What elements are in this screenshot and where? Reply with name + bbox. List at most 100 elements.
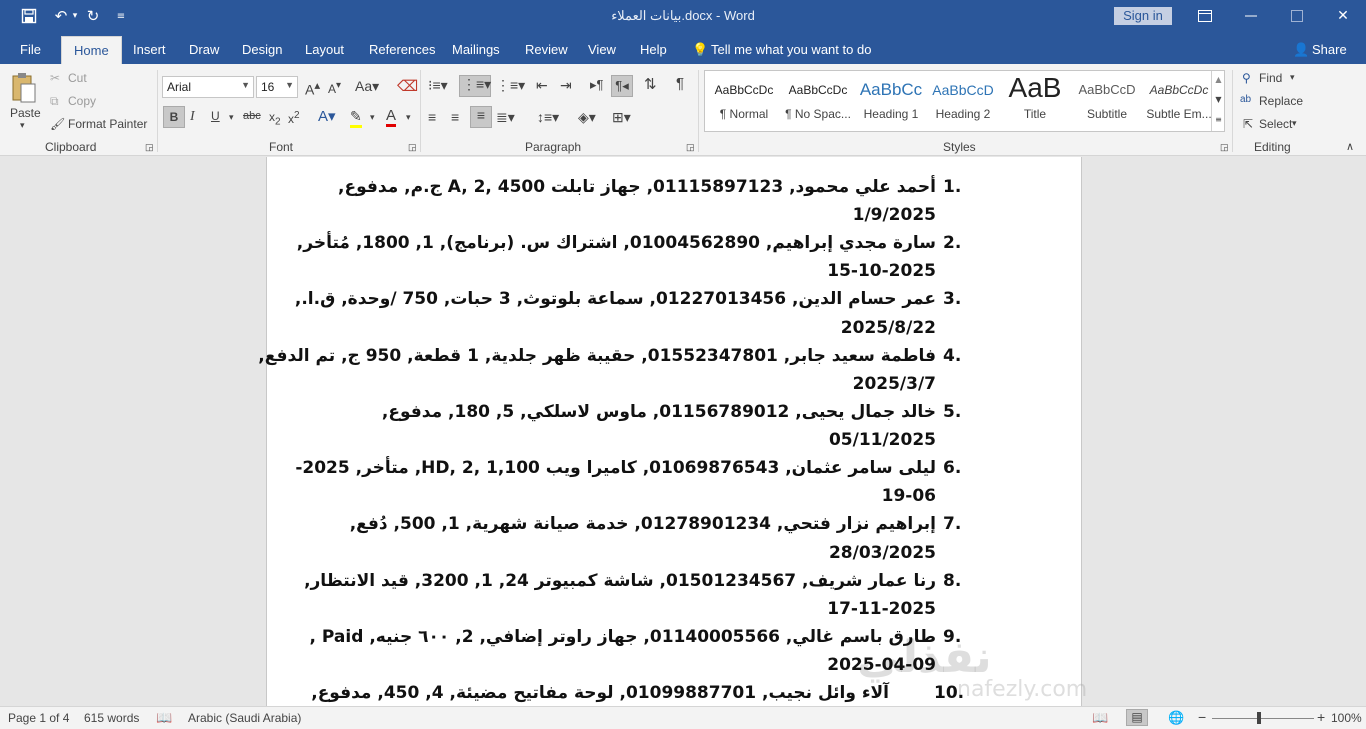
tab-layout[interactable]: Layout: [305, 42, 344, 57]
paste-button[interactable]: Paste: [10, 106, 41, 120]
tab-help[interactable]: Help: [640, 42, 667, 57]
document-workspace[interactable]: نفذلي nafezly.com 1. أحمد علي محمود, 011…: [0, 157, 1366, 706]
zoom-in-icon[interactable]: +: [1317, 709, 1325, 725]
scroll-up-icon[interactable]: ▲: [1212, 71, 1225, 91]
font-family-select[interactable]: Arial ▼: [162, 76, 254, 98]
style-title[interactable]: AaB Title: [999, 73, 1071, 129]
highlight-dropdown-icon[interactable]: ▾: [370, 112, 375, 123]
paragraph-launcher-icon[interactable]: ◲: [686, 142, 695, 153]
bullets-icon[interactable]: ⁝≡▾: [428, 77, 448, 94]
tab-view[interactable]: View: [588, 42, 616, 57]
list-item-line[interactable]: رنا عمار شريف, 01501234567, شاشة كمبيوتر…: [304, 571, 936, 591]
highlight-icon[interactable]: ✎: [350, 108, 362, 128]
font-size-select[interactable]: 16 ▼: [256, 76, 298, 98]
paste-icon[interactable]: [8, 70, 40, 106]
tab-review[interactable]: Review: [525, 42, 568, 57]
list-item-line[interactable]: ليلى سامر عثمان, 01069876543, كاميرا ويب…: [295, 458, 936, 478]
list-item-line[interactable]: 1/9/2025: [853, 205, 936, 225]
find-dropdown-icon[interactable]: ▾: [1290, 72, 1295, 83]
list-item-line[interactable]: 19-06: [882, 486, 936, 506]
tab-references[interactable]: References: [369, 42, 435, 57]
share-button[interactable]: Share: [1312, 42, 1347, 57]
tab-file[interactable]: File: [20, 42, 41, 57]
list-item-line[interactable]: 15-10-2025: [827, 261, 936, 281]
minimize-icon[interactable]: [1228, 0, 1274, 32]
cut-button[interactable]: Cut: [68, 71, 87, 85]
collapse-ribbon-icon[interactable]: ∧: [1346, 140, 1354, 153]
zoom-out-icon[interactable]: −: [1198, 709, 1206, 725]
multilevel-list-icon[interactable]: ⋮≡▾: [496, 77, 525, 94]
zoom-slider[interactable]: [1212, 718, 1314, 719]
tell-me-search[interactable]: Tell me what you want to do: [711, 42, 871, 57]
change-case-icon[interactable]: Aa▾: [355, 78, 379, 95]
list-item-line[interactable]: 05/11/2025: [829, 430, 936, 450]
list-item-line[interactable]: طارق باسم غالي, 01140005566, جهاز راوتر …: [310, 627, 936, 647]
tab-design[interactable]: Design: [242, 42, 282, 57]
word-count[interactable]: 615 words: [84, 711, 139, 725]
numbering-icon[interactable]: ⋮≡▾: [459, 75, 491, 97]
web-layout-icon[interactable]: 🌐: [1168, 710, 1184, 726]
style-heading-2[interactable]: AaBbCcD Heading 2: [927, 73, 999, 129]
shrink-font-icon[interactable]: A▾: [328, 80, 341, 96]
borders-icon[interactable]: ⊞▾: [612, 109, 631, 126]
copy-button[interactable]: Copy: [68, 94, 96, 108]
style-no-spacing[interactable]: AaBbCcDc ¶ No Spac...: [781, 73, 855, 129]
show-formatting-marks-icon[interactable]: ¶: [676, 75, 684, 92]
close-icon[interactable]: ✕: [1320, 0, 1366, 32]
underline-icon[interactable]: U: [211, 109, 220, 123]
tab-home[interactable]: Home: [61, 36, 122, 64]
strikethrough-icon[interactable]: abc: [243, 110, 261, 122]
align-left-icon[interactable]: ≡: [428, 109, 436, 125]
align-right-icon[interactable]: ≡: [470, 106, 492, 128]
sign-in-button[interactable]: Sign in: [1114, 7, 1172, 25]
bold-icon[interactable]: B: [163, 106, 185, 128]
scroll-down-icon[interactable]: ▼: [1212, 91, 1225, 111]
language-indicator[interactable]: Arabic (Saudi Arabia): [188, 711, 301, 725]
decrease-indent-icon[interactable]: ⇤: [536, 77, 548, 94]
proofing-icon[interactable]: 📖: [156, 710, 172, 726]
subscript-icon[interactable]: x2: [269, 110, 281, 127]
list-item-line[interactable]: سارة مجدي إبراهيم, 01004562890, اشتراك س…: [297, 233, 936, 253]
print-layout-icon[interactable]: ▤: [1126, 709, 1148, 726]
styles-launcher-icon[interactable]: ◲: [1220, 142, 1229, 153]
style-subtitle[interactable]: AaBbCcD Subtitle: [1071, 73, 1143, 129]
document-page[interactable]: نفذلي nafezly.com 1. أحمد علي محمود, 011…: [258, 157, 1087, 706]
zoom-slider-thumb[interactable]: [1257, 712, 1261, 724]
list-item-line[interactable]: إبراهيم نزار فتحي, 01278901234, خدمة صيا…: [350, 514, 936, 534]
style-normal[interactable]: AaBbCcDc ¶ Normal: [707, 73, 781, 129]
align-center-icon[interactable]: ≡: [451, 109, 459, 125]
list-item-line[interactable]: 2025-04-09: [827, 655, 936, 675]
grow-font-icon[interactable]: A▴: [305, 78, 320, 98]
paste-dropdown-icon[interactable]: ▾: [20, 120, 25, 131]
ltr-direction-icon[interactable]: ▸¶: [590, 77, 604, 93]
zoom-level[interactable]: 100%: [1331, 711, 1362, 725]
more-styles-icon[interactable]: ≡: [1212, 111, 1225, 131]
tab-mailings[interactable]: Mailings: [452, 42, 500, 57]
superscript-icon[interactable]: x2: [288, 110, 300, 126]
list-item-line[interactable]: أحمد علي محمود, 01115897123, جهاز تابلت …: [338, 177, 936, 197]
clear-formatting-icon[interactable]: ⌫: [397, 77, 418, 95]
line-spacing-icon[interactable]: ↕≡▾: [537, 109, 559, 126]
tab-insert[interactable]: Insert: [133, 42, 166, 57]
replace-button[interactable]: Replace: [1259, 94, 1303, 108]
style-subtle-emphasis[interactable]: AaBbCcDc Subtle Em...: [1143, 73, 1215, 129]
clipboard-launcher-icon[interactable]: ◲: [145, 142, 154, 153]
list-item-line[interactable]: آلاء وائل نجيب, 01099887701, لوحة مفاتيح…: [311, 683, 889, 703]
list-item-line[interactable]: 2025/3/7: [853, 374, 936, 394]
list-item-line[interactable]: خالد جمال يحيى, 01156789012, ماوس لاسلكي…: [382, 402, 936, 422]
style-heading-1[interactable]: AaBbCc Heading 1: [855, 73, 927, 129]
list-item-line[interactable]: عمر حسام الدين, 01227013456, سماعة بلوتو…: [295, 289, 936, 309]
list-item-line[interactable]: 17-11-2025: [827, 599, 936, 619]
ribbon-display-options-icon[interactable]: [1182, 0, 1228, 32]
font-launcher-icon[interactable]: ◲: [408, 142, 417, 153]
increase-indent-icon[interactable]: ⇥: [560, 77, 572, 94]
select-dropdown-icon[interactable]: ▾: [1292, 118, 1297, 129]
shading-icon[interactable]: ◈▾: [578, 109, 596, 126]
justify-icon[interactable]: ≣▾: [496, 109, 515, 126]
list-item-line[interactable]: 2025/8/22: [841, 318, 936, 338]
text-effects-icon[interactable]: A▾: [318, 107, 336, 125]
restore-icon[interactable]: [1274, 0, 1320, 32]
read-mode-icon[interactable]: 📖: [1092, 710, 1108, 726]
select-button[interactable]: Select: [1259, 117, 1292, 131]
tab-draw[interactable]: Draw: [189, 42, 219, 57]
